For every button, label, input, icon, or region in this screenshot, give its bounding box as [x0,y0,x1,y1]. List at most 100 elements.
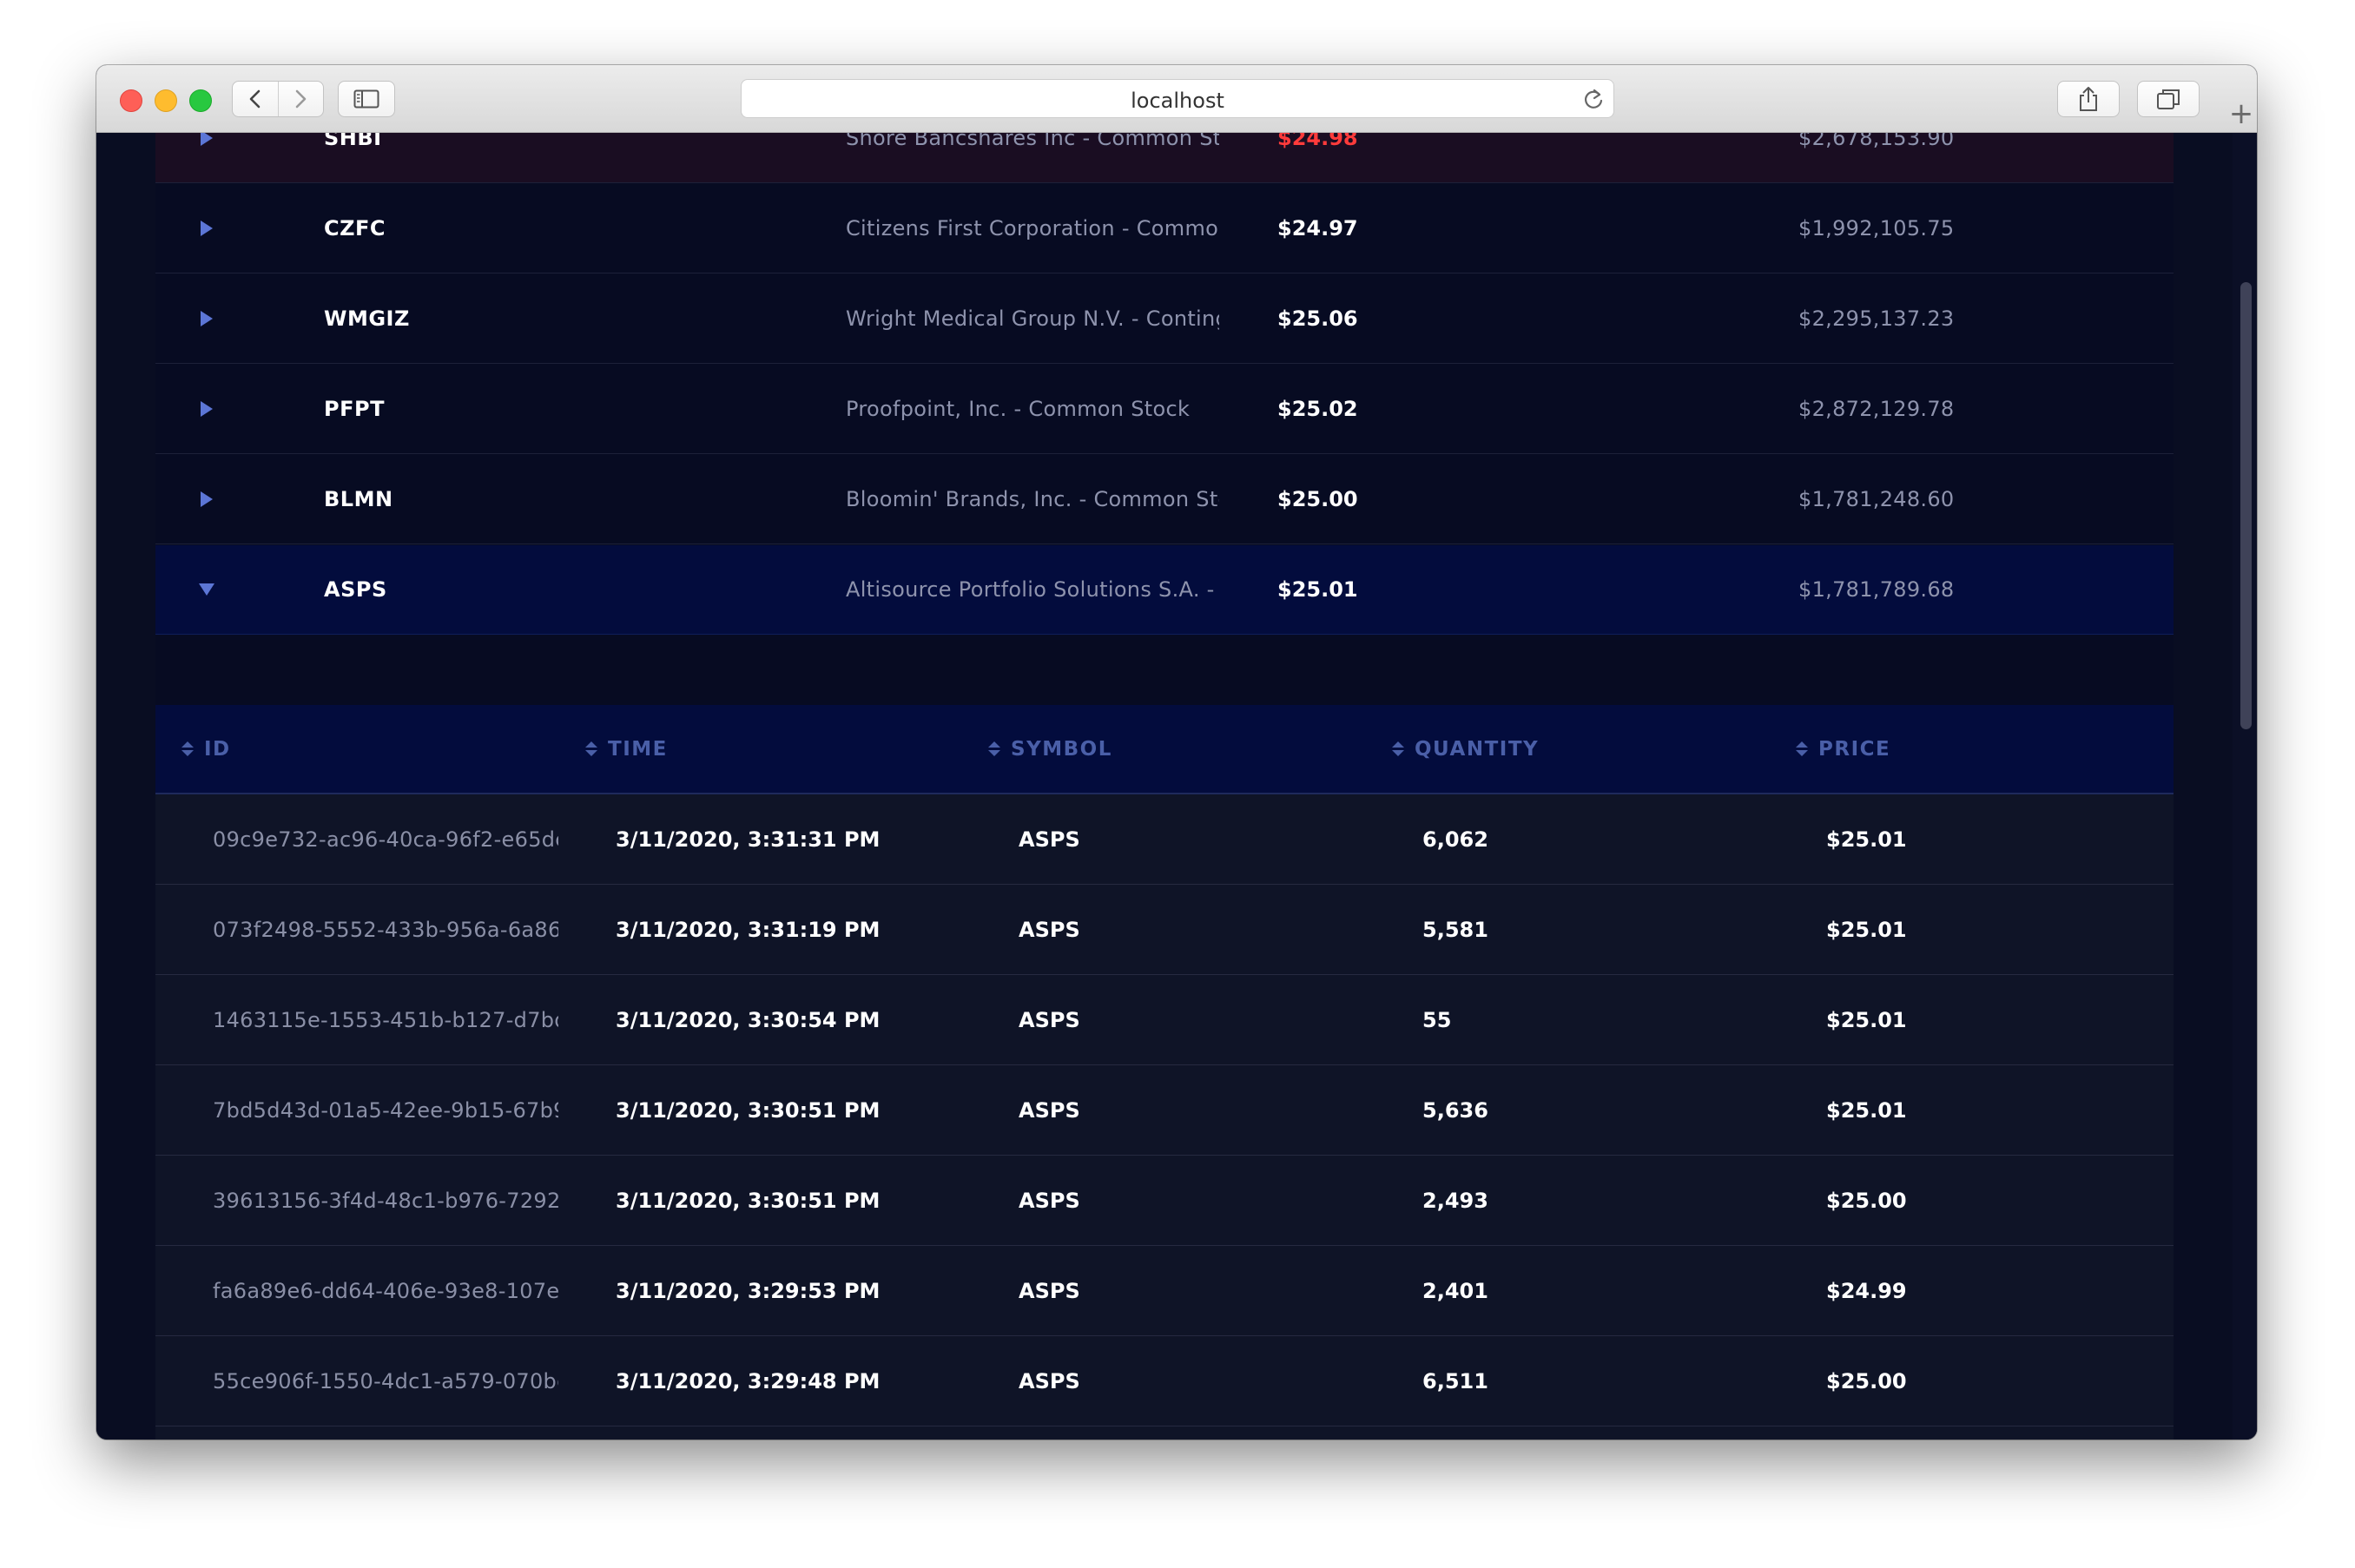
stock-volume: $1,781,789.68 [1798,577,1955,602]
trade-time: 3/11/2020, 3:29:53 PM [616,1278,881,1303]
trade-price: $25.00 [1826,1368,1907,1393]
trade-symbol: ASPS [1019,827,1080,852]
caret-right-icon[interactable] [201,221,213,236]
sidebar-icon [353,89,379,109]
trade-quantity: 2,401 [1422,1278,1488,1303]
stock-symbol: PFPT [324,397,385,421]
caret-right-icon[interactable] [201,401,213,417]
stock-volume: $1,992,105.75 [1798,216,1955,240]
table-row[interactable]: 55ce906f-1550-4dc1-a579-070be 3/11/2020, … [155,1336,2174,1426]
trade-symbol: ASPS [1019,1097,1080,1123]
stock-row[interactable]: ASPS Altisource Portfolio Solutions S.A. … [155,545,2174,635]
trade-id: 7bd5d43d-01a5-42ee-9b15-67b9b [213,1097,558,1123]
new-tab-button[interactable]: + [2226,96,2257,131]
caret-right-icon[interactable] [201,491,213,507]
column-header-symbol[interactable]: SYMBOL [988,738,1112,761]
trade-price: $25.01 [1826,917,1907,942]
reload-button[interactable] [1582,87,1605,115]
table-row[interactable]: 1463115e-1553-451b-b127-d7bd2 3/11/2020, … [155,975,2174,1065]
stock-row[interactable]: CZFC Citizens First Corporation - Common … [155,184,2174,273]
sort-icon [1392,741,1404,756]
scrollbar[interactable] [2233,133,2257,1440]
stock-price: $25.06 [1277,306,1358,331]
title-bar: localhost + [96,65,2257,133]
stock-row[interactable]: PFPT Proofpoint, Inc. - Common Stock $25.0… [155,365,2174,454]
stock-symbol: ASPS [324,577,387,602]
column-header-label: ID [204,737,231,761]
trade-id: 073f2498-5552-433b-956a-6a86 [213,917,558,942]
trades-table-header: ID TIME SYMBOL QUANTITY PRICE [155,705,2174,794]
caret-right-icon[interactable] [201,133,213,146]
trade-id: 09c9e732-ac96-40ca-96f2-e65dc [213,827,558,852]
sort-icon [181,741,194,756]
page-content: SHBI Shore Bancshares Inc - Common Stock $… [96,133,2257,1440]
stock-symbol: WMGIZ [324,306,410,331]
trade-quantity: 6,062 [1422,827,1488,852]
sort-icon [1796,741,1808,756]
stock-volume: $2,295,137.23 [1798,306,1955,331]
forward-button[interactable] [278,82,323,116]
table-row[interactable]: 7bd5d43d-01a5-42ee-9b15-67b9b 3/11/2020, … [155,1065,2174,1156]
stock-symbol: BLMN [324,487,393,511]
share-icon [2080,87,2097,111]
trade-time: 3/11/2020, 3:30:51 PM [616,1097,881,1123]
column-header-id[interactable]: ID [181,738,231,761]
stock-name: Bloomin' Brands, Inc. - Common Stock [846,487,1219,511]
stock-row[interactable]: SHBI Shore Bancshares Inc - Common Stock $… [155,133,2174,183]
caret-down-icon[interactable] [199,583,214,596]
stock-price: $24.98 [1277,133,1358,150]
table-row[interactable]: 09c9e732-ac96-40ca-96f2-e65dc 3/11/2020, … [155,794,2174,885]
trade-price: $25.01 [1826,1097,1907,1123]
trade-symbol: ASPS [1019,1368,1080,1393]
column-header-price[interactable]: PRICE [1796,738,1890,761]
tab-overview-button[interactable] [2137,81,2200,117]
address-text: localhost [1131,89,1224,113]
close-window-button[interactable] [120,89,142,112]
trade-price: $24.99 [1826,1278,1907,1303]
stock-volume: $2,872,129.78 [1798,397,1955,421]
trade-symbol: ASPS [1019,1278,1080,1303]
stock-name: Wright Medical Group N.V. - Contingent V… [846,306,1219,331]
stock-volume: $1,781,248.60 [1798,487,1955,511]
column-header-time[interactable]: TIME [585,738,668,761]
table-row[interactable]: 073f2498-5552-433b-956a-6a86 3/11/2020, 3… [155,885,2174,975]
table-row[interactable]: fa6a89e6-dd64-406e-93e8-107ee 3/11/2020, … [155,1246,2174,1336]
trade-quantity: 5,581 [1422,917,1488,942]
column-header-quantity[interactable]: QUANTITY [1392,738,1539,761]
trade-id: 1463115e-1553-451b-b127-d7bd2 [213,1007,558,1032]
trade-price: $25.00 [1826,1188,1907,1213]
caret-right-icon[interactable] [201,311,213,326]
column-header-label: TIME [608,737,668,761]
navigation-buttons [232,81,324,117]
stock-row[interactable]: WMGIZ Wright Medical Group N.V. - Conting… [155,274,2174,364]
trade-quantity: 2,493 [1422,1188,1488,1213]
trade-price: $25.01 [1826,1007,1907,1032]
trade-symbol: ASPS [1019,1007,1080,1032]
plus-icon: + [2228,96,2254,131]
back-button[interactable] [233,82,278,116]
trade-time: 3/11/2020, 3:29:48 PM [616,1368,881,1393]
stock-name: Citizens First Corporation - Common Stoc… [846,216,1219,240]
stock-price: $25.01 [1277,577,1358,602]
address-bar[interactable]: localhost [741,79,1614,118]
stock-symbol: CZFC [324,216,386,240]
column-header-label: PRICE [1818,737,1891,761]
trade-price: $25.01 [1826,827,1907,852]
trade-id: fa6a89e6-dd64-406e-93e8-107ee [213,1278,558,1303]
table-row[interactable]: eafbda7c-7fa3-42ec-9eda-1c3f913/11/2020,… [155,1426,2174,1440]
stock-row[interactable]: BLMN Bloomin' Brands, Inc. - Common Stock… [155,455,2174,544]
minimize-window-button[interactable] [155,89,177,112]
trade-id: 55ce906f-1550-4dc1-a579-070be [213,1368,558,1393]
table-row[interactable]: 39613156-3f4d-48c1-b976-7292e 3/11/2020, … [155,1156,2174,1246]
stock-volume: $2,678,153.90 [1798,133,1955,150]
stock-name: Proofpoint, Inc. - Common Stock [846,397,1191,421]
sidebar-button[interactable] [338,81,395,117]
stocks-panel: SHBI Shore Bancshares Inc - Common Stock $… [155,133,2174,1440]
stock-name: Shore Bancshares Inc - Common Stock [846,133,1219,150]
zoom-window-button[interactable] [189,89,212,112]
stock-price: $25.02 [1277,397,1358,421]
scrollbar-thumb[interactable] [2240,282,2252,729]
share-button[interactable] [2057,81,2120,117]
stock-price: $25.00 [1277,487,1358,511]
column-header-label: SYMBOL [1011,737,1112,761]
